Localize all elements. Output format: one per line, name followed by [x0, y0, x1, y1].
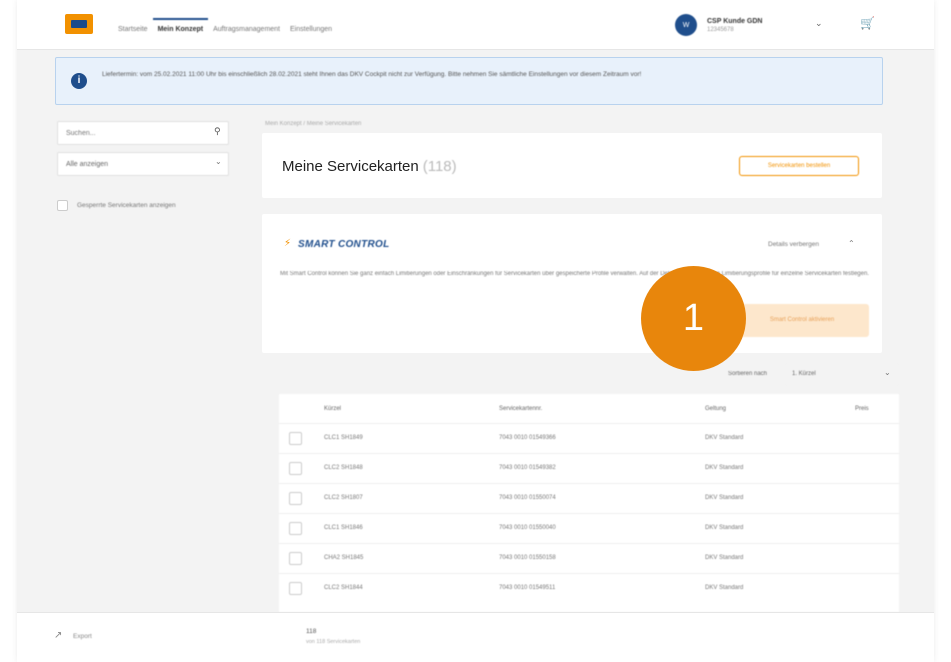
service-cards-table: Kürzel Servicekartennr. Geltung Preis CL…	[279, 394, 899, 612]
chevron-up-icon[interactable]: ⌃	[848, 239, 855, 248]
cell-number: 7043 0010 01550040	[499, 525, 556, 531]
cell-number: 7043 0010 01549382	[499, 465, 556, 471]
cell-code: CLC2 SH1848	[324, 465, 363, 471]
chevron-down-icon[interactable]: ⌄	[884, 368, 891, 377]
row-checkbox[interactable]	[289, 582, 302, 595]
row-checkbox[interactable]	[289, 432, 302, 445]
tab-einstellungen[interactable]: Einstellungen	[285, 18, 337, 39]
table-row[interactable]: CLC2 SH1844 7043 0010 01549511 DKV Stand…	[279, 573, 899, 603]
column-header[interactable]: Geltung	[705, 406, 726, 412]
checkbox-label: Gesperrte Servicekarten anzeigen	[77, 202, 176, 209]
smart-control-title: SMART CONTROL	[298, 239, 390, 250]
sort-label: Sortieren nach	[728, 371, 768, 377]
row-checkbox[interactable]	[289, 462, 302, 475]
filter-select[interactable]: Alle anzeigen	[57, 152, 229, 176]
cell-code: CLC2 SH1807	[324, 495, 363, 501]
chevron-down-icon[interactable]: ⌄	[215, 157, 222, 166]
tab-auftragsmanagement[interactable]: Auftragsmanagement	[208, 18, 285, 39]
column-header[interactable]: Kürzel	[324, 406, 341, 412]
main-nav: Startseite Mein Konzept Auftragsmanageme…	[113, 18, 337, 39]
activate-smart-control-button[interactable]: Smart Control aktivieren	[735, 304, 869, 337]
table-row[interactable]: CLC1 SH1846 7043 0010 01550040 DKV Stand…	[279, 513, 899, 543]
cart-icon[interactable]: 🛒	[860, 16, 875, 30]
cell-code: CHA2 SH1845	[324, 555, 364, 561]
breadcrumb[interactable]: Mein Konzept / Meine Servicekarten	[265, 121, 361, 127]
page-header-card: Meine Servicekarten (118) Servicekarten b…	[262, 133, 882, 198]
cell-number: 7043 0010 01549511	[499, 585, 556, 591]
table-row[interactable]: CLC2 SH1848 7043 0010 01549382 DKV Stand…	[279, 453, 899, 483]
cell-number: 7043 0010 01550074	[499, 495, 556, 501]
row-checkbox[interactable]	[289, 522, 302, 535]
search-icon[interactable]: ⚲	[214, 126, 221, 137]
brand-logo[interactable]	[65, 14, 93, 34]
cell-validity: DKV Standard	[705, 465, 744, 471]
table-row[interactable]: CLC1 SH1849 7043 0010 01549366 DKV Stand…	[279, 423, 899, 453]
checkbox[interactable]	[57, 200, 68, 211]
card-count: (118)	[422, 158, 457, 175]
selection-sub: von 118 Servicekarten	[306, 639, 361, 645]
footer-bar: ↗ Export 118 von 118 Servicekarten	[17, 612, 934, 662]
tab-mein-konzept[interactable]: Mein Konzept	[152, 18, 209, 39]
smart-control-description: Mit Smart Control können Sie ganz einfac…	[280, 271, 869, 277]
cell-number: 7043 0010 01550158	[499, 555, 556, 561]
export-icon[interactable]: ↗	[54, 630, 62, 641]
smart-control-card: ⚡ SMART CONTROL Details verbergen ⌃ Mit …	[262, 214, 882, 353]
cell-number: 7043 0010 01549366	[499, 435, 556, 441]
account-number: 12345678	[707, 26, 734, 33]
cell-validity: DKV Standard	[705, 495, 744, 501]
column-header[interactable]: Preis	[855, 406, 869, 412]
cell-validity: DKV Standard	[705, 435, 744, 441]
page-title: Meine Servicekarten (118)	[282, 158, 457, 175]
info-icon: i	[71, 73, 87, 89]
info-banner: i Liefertermin: vom 25.02.2021 11:00 Uhr…	[55, 57, 883, 105]
search-input[interactable]	[57, 121, 229, 145]
toggle-details-link[interactable]: Details verbergen	[768, 241, 819, 248]
cell-code: CLC2 SH1844	[324, 585, 363, 591]
page-title-text: Meine Servicekarten	[282, 158, 419, 175]
step-marker: 1	[641, 266, 746, 371]
cell-validity: DKV Standard	[705, 585, 744, 591]
app-window: Startseite Mein Konzept Auftragsmanageme…	[17, 0, 934, 662]
cell-code: CLC1 SH1846	[324, 525, 363, 531]
column-header[interactable]: Servicekartennr.	[499, 406, 542, 412]
row-checkbox[interactable]	[289, 552, 302, 565]
account-menu[interactable]: W CSP Kunde GDN 12345678	[675, 14, 763, 36]
cell-validity: DKV Standard	[705, 555, 744, 561]
cell-validity: DKV Standard	[705, 525, 744, 531]
chevron-down-icon[interactable]: ⌄	[815, 18, 823, 29]
avatar[interactable]: W	[675, 14, 697, 36]
top-navigation: Startseite Mein Konzept Auftragsmanageme…	[17, 0, 934, 50]
sort-select[interactable]: 1. Kürzel	[786, 364, 898, 385]
order-cards-button[interactable]: Servicekarten bestellen	[739, 156, 859, 176]
table-row[interactable]: CHA2 SH1845 7043 0010 01550158 DKV Stand…	[279, 543, 899, 573]
row-checkbox[interactable]	[289, 492, 302, 505]
table-row[interactable]: CLC2 SH1807 7043 0010 01550074 DKV Stand…	[279, 483, 899, 513]
cell-code: CLC1 SH1849	[324, 435, 363, 441]
export-button[interactable]: Export	[73, 633, 92, 640]
lightning-icon: ⚡	[284, 238, 292, 249]
account-name: CSP Kunde GDN	[707, 17, 763, 25]
selection-count: 118	[306, 628, 317, 635]
banner-text: Liefertermin: vom 25.02.2021 11:00 Uhr b…	[102, 71, 642, 78]
tab-startseite[interactable]: Startseite	[113, 18, 153, 39]
blocked-cards-toggle[interactable]: Gesperrte Servicekarten anzeigen	[57, 200, 176, 211]
